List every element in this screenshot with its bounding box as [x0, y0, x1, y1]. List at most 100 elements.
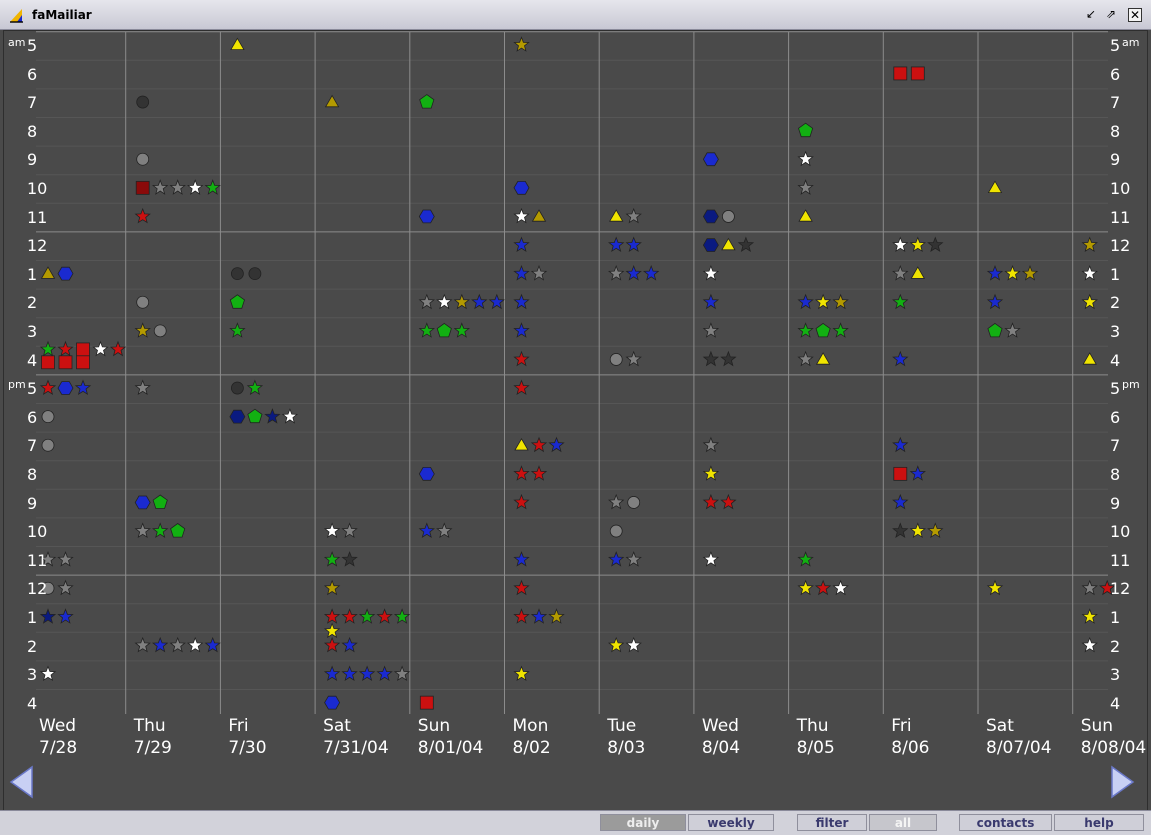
day-name[interactable]: Sun — [1081, 715, 1113, 737]
event-star-icon[interactable] — [832, 322, 849, 338]
event-star-icon[interactable] — [92, 340, 109, 357]
event-star-icon[interactable] — [134, 207, 151, 224]
event-star-icon[interactable] — [323, 551, 341, 567]
event-star-icon[interactable] — [513, 608, 530, 624]
event-star-icon[interactable] — [393, 665, 411, 681]
previous-arrow-icon[interactable] — [8, 765, 36, 799]
event-star-icon[interactable] — [513, 465, 530, 481]
event-star-icon[interactable] — [513, 551, 530, 567]
event-triangle-icon[interactable] — [324, 94, 340, 108]
event-star-icon[interactable] — [608, 636, 625, 653]
event-circle-icon[interactable] — [230, 381, 244, 395]
event-pentagon-icon[interactable] — [247, 408, 263, 424]
event-star-icon[interactable] — [702, 350, 720, 367]
event-star-icon[interactable] — [1081, 579, 1098, 596]
event-star-icon[interactable] — [797, 150, 814, 167]
event-star-icon[interactable] — [323, 665, 341, 681]
event-star-icon[interactable] — [152, 522, 169, 538]
event-star-icon[interactable] — [134, 522, 151, 538]
event-star-icon[interactable] — [57, 340, 74, 357]
day-name[interactable]: Thu — [134, 715, 166, 737]
event-star-icon[interactable] — [513, 322, 530, 338]
event-circle-icon[interactable] — [248, 267, 262, 281]
day-name[interactable]: Fri — [228, 715, 248, 737]
filter-button[interactable]: filter — [797, 814, 867, 831]
event-star-icon[interactable] — [986, 293, 1004, 310]
event-star-icon[interactable] — [513, 665, 530, 681]
event-star-icon[interactable] — [608, 264, 625, 281]
event-star-icon[interactable] — [625, 636, 642, 653]
event-star-icon[interactable] — [323, 608, 341, 624]
event-star-icon[interactable] — [892, 522, 909, 538]
event-star-icon[interactable] — [204, 636, 221, 653]
event-star-icon[interactable] — [530, 465, 548, 481]
day-date[interactable]: 8/06 — [891, 737, 929, 759]
event-pentagon-icon[interactable] — [419, 94, 435, 109]
event-star-icon[interactable] — [1081, 236, 1098, 252]
event-star-icon[interactable] — [341, 636, 358, 653]
event-star-icon[interactable] — [892, 350, 909, 367]
event-star-icon[interactable] — [986, 579, 1004, 596]
event-pentagon-icon[interactable] — [436, 322, 452, 338]
event-star-icon[interactable] — [57, 608, 74, 624]
event-circle-icon[interactable] — [230, 267, 244, 281]
event-star-icon[interactable] — [418, 293, 435, 310]
event-pentagon-icon[interactable] — [815, 322, 831, 338]
event-triangle-icon[interactable] — [40, 266, 56, 279]
event-triangle-icon[interactable] — [609, 209, 624, 222]
event-star-icon[interactable] — [608, 236, 625, 252]
event-star-icon[interactable] — [909, 236, 926, 252]
event-hexagon-icon[interactable] — [134, 495, 151, 510]
event-star-icon[interactable] — [453, 293, 470, 310]
day-date[interactable]: 8/07/04 — [986, 737, 1052, 759]
event-hexagon-icon[interactable] — [702, 209, 719, 224]
event-star-icon[interactable] — [152, 636, 169, 653]
day-date[interactable]: 8/02 — [513, 737, 551, 759]
event-circle-icon[interactable] — [136, 152, 150, 166]
event-star-icon[interactable] — [702, 493, 720, 510]
event-star-icon[interactable] — [323, 622, 341, 639]
event-star-icon[interactable] — [797, 579, 814, 596]
event-star-icon[interactable] — [909, 465, 926, 481]
event-star-icon[interactable] — [109, 340, 127, 357]
event-circle-icon[interactable] — [153, 324, 167, 338]
day-date[interactable]: 8/03 — [607, 737, 645, 759]
event-star-icon[interactable] — [39, 608, 57, 624]
event-square-icon[interactable] — [419, 695, 434, 710]
event-star-icon[interactable] — [513, 236, 530, 252]
event-star-icon[interactable] — [1081, 636, 1098, 653]
day-name[interactable]: Sat — [323, 715, 351, 737]
event-star-icon[interactable] — [797, 551, 814, 567]
event-triangle-icon[interactable] — [721, 237, 736, 251]
event-circle-icon[interactable] — [609, 524, 623, 538]
event-star-icon[interactable] — [814, 293, 832, 310]
event-star-icon[interactable] — [513, 493, 530, 510]
event-hexagon-icon[interactable] — [57, 381, 74, 395]
event-star-icon[interactable] — [513, 579, 530, 596]
event-star-icon[interactable] — [892, 264, 909, 281]
event-star-icon[interactable] — [608, 551, 625, 567]
event-circle-icon[interactable] — [627, 496, 641, 509]
event-star-icon[interactable] — [720, 350, 737, 367]
calendar-grid[interactable] — [0, 30, 1151, 810]
event-star-icon[interactable] — [797, 293, 814, 310]
event-star-icon[interactable] — [797, 350, 814, 367]
event-hexagon-icon[interactable] — [229, 409, 246, 424]
event-square-icon[interactable] — [893, 66, 908, 81]
day-date[interactable]: 8/04 — [702, 737, 740, 759]
event-star-icon[interactable] — [341, 522, 358, 538]
event-star-icon[interactable] — [1081, 264, 1098, 281]
event-star-icon[interactable] — [74, 379, 92, 395]
event-star-icon[interactable] — [513, 379, 530, 395]
event-star-icon[interactable] — [246, 379, 264, 395]
event-star-icon[interactable] — [927, 522, 944, 538]
day-name[interactable]: Sat — [986, 715, 1014, 737]
event-triangle-icon[interactable] — [815, 352, 831, 365]
event-star-icon[interactable] — [702, 551, 720, 567]
event-star-icon[interactable] — [453, 322, 470, 338]
event-star-icon[interactable] — [513, 264, 530, 281]
tab-weekly[interactable]: weekly — [688, 814, 774, 831]
event-star-icon[interactable] — [376, 665, 393, 681]
event-star-icon[interactable] — [1081, 293, 1098, 310]
event-star-icon[interactable] — [358, 665, 376, 681]
